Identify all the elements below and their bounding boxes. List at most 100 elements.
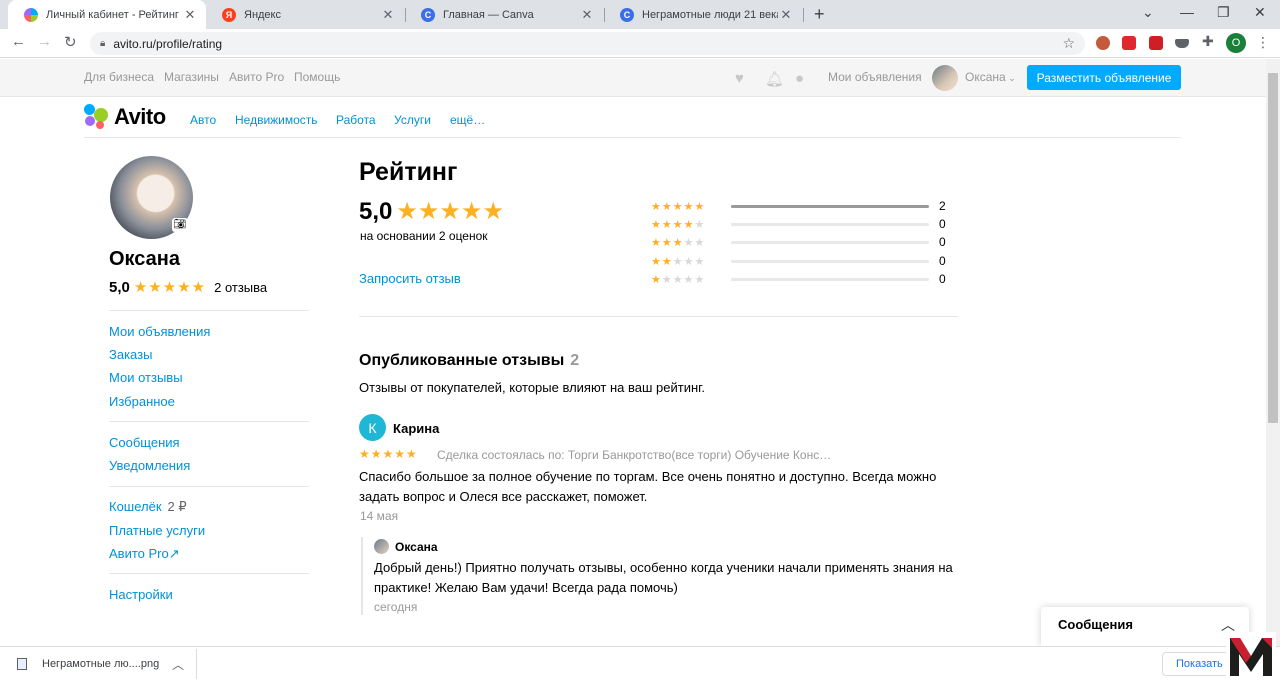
rating-row-count: 0 [939,217,946,231]
download-divider [196,649,197,679]
request-review-link[interactable]: Запросить отзыв [359,271,461,286]
new-tab-icon[interactable]: + [814,4,825,25]
chevron-up-icon[interactable]: ︿ [172,656,184,673]
profile-rating-value: 5,0 [109,278,130,296]
sidebar-item-messages[interactable]: Сообщения [109,435,180,450]
extension-icon[interactable] [1175,39,1189,48]
reload-icon[interactable]: ↻ [64,33,77,51]
rating-row-bar [731,222,929,226]
minimize-icon[interactable]: — [1180,4,1194,20]
download-file-name[interactable]: Неграмотные лю....png [42,658,159,670]
close-tab-icon[interactable]: ✕ [182,7,198,23]
post-ad-button[interactable]: Разместить объявление [1027,65,1181,90]
sidebar-item-my-ads[interactable]: Мои объявления [109,324,210,339]
profile-avatar[interactable]: O [1226,33,1246,53]
rating-row-bar [731,259,929,263]
tab-search-icon[interactable]: ⌄ [1142,4,1154,21]
notifications-bell-icon[interactable]: 🔔︎ [765,70,784,88]
sidebar-item-my-reviews[interactable]: Мои отзывы [109,370,183,385]
bookmark-star-icon[interactable]: ☆ [1062,35,1075,52]
sidebar-item-favorites[interactable]: Избранное [109,394,175,409]
rating-row-count: 0 [939,254,946,268]
rating-row-bar [731,240,929,244]
tab-title: Неграмотные люди 21 века буд [642,8,778,21]
tab-canva[interactable]: C Главная — Canva ✕ [405,0,603,29]
page-scrollbar[interactable] [1266,59,1280,646]
category-auto[interactable]: Авто [190,113,216,127]
close-window-icon[interactable]: ✕ [1254,4,1266,21]
category-more[interactable]: ещё… [450,113,485,127]
back-icon[interactable]: ← [11,33,26,50]
rating-row-count: 0 [939,235,946,249]
browser-menu-icon[interactable]: ⋮ [1256,34,1270,51]
profile-reviews-count[interactable]: 2 отзыва [214,280,267,295]
sidebar-item-wallet[interactable]: Кошелёк 2 ₽ [109,499,187,515]
forward-icon[interactable]: → [37,33,52,50]
category-services[interactable]: Услуги [394,113,431,127]
sidebar-item-notifications[interactable]: Уведомления [109,458,190,473]
extension-icon[interactable] [1096,36,1110,50]
yandex-favicon-icon: Я [222,7,236,22]
close-tab-icon[interactable]: ✕ [579,7,595,23]
rating-row-stars: ★★★★★ [651,273,706,286]
tab-canva-2[interactable]: C Неграмотные люди 21 века буд ✕ [604,0,802,29]
messages-widget-title: Сообщения [1058,617,1133,632]
user-name: Оксана [965,70,1006,84]
chevron-down-icon: ⌄ [1005,73,1016,83]
rating-row-2-stars: ★★★★★ 0 [651,254,946,268]
published-subtitle: Отзывы от покупателей, которые влияют на… [359,380,705,395]
address-bar[interactable]: 🔒︎ avito.ru/profile/rating ☆ [90,32,1085,55]
extension-icon[interactable] [1149,36,1163,50]
category-realty[interactable]: Недвижимость [235,113,318,127]
profile-name: Оксана [109,248,180,270]
lock-icon: 🔒︎ [100,38,106,49]
sidebar-item-avito-pro[interactable]: Авито Pro↗ [109,546,180,562]
messages-chat-icon[interactable]: ● [795,70,804,87]
favorites-heart-icon[interactable]: ♥ [735,70,744,87]
camera-icon[interactable]: 📷︎ [172,218,188,232]
sidebar-item-paid-services[interactable]: Платные услуги [109,523,205,538]
tab-yandex[interactable]: Я Яндекс ✕ [206,0,404,29]
tab-avito-rating[interactable]: Личный кабинет - Рейтинг - Ави ✕ [8,0,206,29]
profile-rating: 5,0 ★★★★★ 2 отзыва [109,278,267,297]
extensions-puzzle-icon[interactable]: ✚ [1202,33,1216,49]
review-reply: Оксана Добрый день!) Приятно получать от… [361,537,961,615]
wallet-label: Кошелёк [109,499,162,514]
shops-link[interactable]: Магазины [164,70,219,84]
url-text: avito.ru/profile/rating [113,36,223,51]
avito-logo[interactable]: Avito [84,104,166,130]
tab-title: Главная — Canva [443,8,534,21]
sidebar-item-settings[interactable]: Настройки [109,587,173,602]
user-avatar[interactable] [932,65,958,91]
rating-row-bar [731,277,929,281]
sidebar-divider [109,486,309,487]
reviewer-avatar: К [359,414,386,441]
close-tab-icon[interactable]: ✕ [778,7,794,23]
business-link[interactable]: Для бизнеса [84,70,154,84]
messages-widget[interactable]: Сообщения ︿ [1041,607,1249,646]
category-jobs[interactable]: Работа [336,113,376,127]
avito-top-bar: Для бизнеса Магазины Авито Pro Помощь ♥ … [0,59,1266,97]
extension-icon[interactable] [1122,36,1136,50]
scrollbar-thumb[interactable] [1268,73,1278,423]
overall-rating: 5,0 ★★★★★ [359,197,504,226]
close-tab-icon[interactable]: ✕ [380,7,396,23]
browser-tab-strip: Личный кабинет - Рейтинг - Ави ✕ Я Яндек… [0,0,1280,29]
overall-rating-stars: ★★★★★ [396,198,504,225]
review-stars: ★★★★★ [359,447,418,461]
review-text: Спасибо большое за полное обучение по то… [359,469,937,504]
rating-row-5-stars: ★★★★★ 2 [651,199,946,213]
my-ads-link[interactable]: Мои объявления [828,70,922,84]
review-date: 14 мая [360,509,399,523]
user-menu[interactable]: Оксана ⌄ [965,70,1016,84]
maximize-icon[interactable]: ❐ [1217,4,1230,21]
sidebar-divider [109,421,309,422]
tab-title: Яндекс [244,8,281,21]
download-bar: Неграмотные лю....png ︿ Показать все [0,646,1280,680]
review-deal[interactable]: Сделка состоялась по: Торги Банкротство(… [437,448,831,462]
avito-pro-link[interactable]: Авито Pro [229,70,284,84]
help-link[interactable]: Помощь [294,70,340,84]
header-divider [84,137,1181,138]
rating-row-count: 2 [939,199,946,213]
sidebar-item-orders[interactable]: Заказы [109,347,152,362]
